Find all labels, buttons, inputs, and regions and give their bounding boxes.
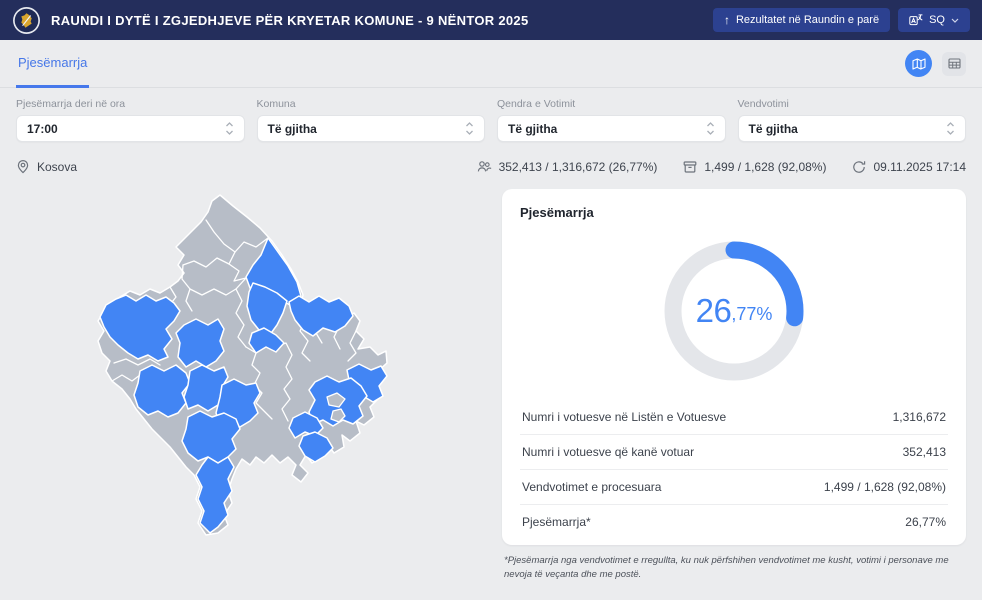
filter-qendra: Qendra e Votimit Të gjitha	[497, 98, 726, 142]
filters-row: Pjesëmarrja deri në ora 17:00 Komuna Të …	[0, 88, 982, 150]
map-icon	[912, 58, 926, 70]
translate-icon	[909, 14, 923, 26]
turnout-card: Pjesëmarrja 26 ,77% Numri i votuesve në …	[502, 189, 966, 545]
filter-vendvotimi-label: Vendvotimi	[738, 98, 967, 110]
voters-value: 352,413 / 1,316,672 (26,77%)	[499, 160, 658, 174]
location-stat: Kosova	[16, 159, 77, 174]
refresh-icon	[852, 160, 866, 174]
card-title: Pjesëmarrja	[520, 205, 948, 220]
kqz-logo	[12, 6, 41, 35]
status-bar: Kosova 352,413 / 1,316,672 (26,77%) 1,49	[0, 150, 982, 179]
table-view-button[interactable]	[942, 52, 966, 76]
komuna-select-value: Të gjitha	[268, 122, 317, 136]
voters-stat: 352,413 / 1,316,672 (26,77%)	[477, 160, 658, 174]
map-area	[0, 179, 502, 585]
table-icon	[948, 58, 961, 69]
qendra-select[interactable]: Të gjitha	[497, 115, 726, 142]
first-round-results-label: Rezultatet në Raundin e parë	[736, 14, 879, 26]
app-root: RAUNDI I DYTË I ZGJEDHJEVE PËR KRYETAR K…	[0, 0, 982, 600]
language-selector[interactable]: SQ	[898, 8, 970, 32]
filter-qendra-label: Qendra e Votimit	[497, 98, 726, 110]
tab-label: Pjesëmarrja	[18, 55, 87, 70]
turnout-stats-list: Numri i votuesve në Listën e Votuesve 1,…	[520, 400, 948, 539]
first-round-results-button[interactable]: ↑ Rezultatet në Raundin e parë	[713, 8, 890, 32]
turnout-donut: 26 ,77%	[659, 236, 809, 386]
map-region[interactable]	[176, 319, 224, 367]
filter-komuna: Komuna Të gjitha	[257, 98, 486, 142]
stat-row-value: 352,413	[903, 445, 946, 459]
stat-row-voted: Numri i votuesve që kanë votuar 352,413	[520, 434, 948, 469]
stat-row-label: Vendvotimet e procesuara	[522, 480, 661, 494]
map-region[interactable]	[134, 365, 190, 417]
time-select[interactable]: 17:00	[16, 115, 245, 142]
arrow-up-icon: ↑	[724, 14, 730, 26]
location-label: Kosova	[37, 160, 77, 174]
stat-row-value: 26,77%	[905, 515, 946, 529]
language-code: SQ	[929, 14, 945, 26]
select-spinner-icon	[706, 121, 715, 136]
location-pin-icon	[16, 159, 30, 174]
filter-time-label: Pjesëmarrja deri në ora	[16, 98, 245, 110]
stat-row-turnout: Pjesëmarrja* 26,77%	[520, 504, 948, 539]
page-title: RAUNDI I DYTË I ZGJEDHJEVE PËR KRYETAR K…	[51, 13, 528, 28]
updated-value: 09.11.2025 17:14	[873, 160, 966, 174]
vendvotimi-select-value: Të gjitha	[749, 122, 798, 136]
map-country-outline	[98, 195, 387, 535]
filter-komuna-label: Komuna	[257, 98, 486, 110]
filter-time: Pjesëmarrja deri në ora 17:00	[16, 98, 245, 142]
tab-bar: Pjesëmarrja	[0, 40, 982, 88]
main-content: Pjesëmarrja 26 ,77% Numri i votuesve në …	[0, 179, 982, 585]
chevron-down-icon	[951, 18, 959, 23]
stations-value: 1,499 / 1,628 (92,08%)	[704, 160, 826, 174]
stat-row-label: Numri i votuesve që kanë votuar	[522, 445, 694, 459]
stat-row-value: 1,316,672	[893, 410, 946, 424]
summary-stats: 352,413 / 1,316,672 (26,77%) 1,499 / 1,6…	[477, 160, 966, 174]
select-spinner-icon	[946, 121, 955, 136]
donut-value-main: 26	[696, 292, 732, 330]
updated-stat: 09.11.2025 17:14	[852, 160, 966, 174]
stat-row-label: Pjesëmarrja*	[522, 515, 591, 529]
stat-row-processed: Vendvotimet e procesuara 1,499 / 1,628 (…	[520, 469, 948, 504]
stat-row-voter-list: Numri i votuesve në Listën e Votuesve 1,…	[520, 400, 948, 434]
ballot-box-icon	[683, 160, 697, 173]
select-spinner-icon	[225, 121, 234, 136]
vendvotimi-select[interactable]: Të gjitha	[738, 115, 967, 142]
tab-pjesemarrja[interactable]: Pjesëmarrja	[16, 40, 89, 88]
map-region[interactable]	[196, 457, 234, 533]
stat-row-label: Numri i votuesve në Listën e Votuesve	[522, 410, 726, 424]
select-spinner-icon	[465, 121, 474, 136]
donut-value-frac: ,77%	[731, 304, 772, 325]
donut-value: 26 ,77%	[659, 236, 809, 386]
view-toggle	[905, 40, 966, 87]
voters-icon	[477, 160, 492, 173]
filter-vendvotimi: Vendvotimi Të gjitha	[738, 98, 967, 142]
kosovo-map	[60, 185, 460, 585]
qendra-select-value: Të gjitha	[508, 122, 557, 136]
turnout-footnote: *Pjesëmarrja nga vendvotimet e rregullta…	[504, 554, 964, 583]
map-view-button[interactable]	[905, 50, 932, 77]
komuna-select[interactable]: Të gjitha	[257, 115, 486, 142]
app-header: RAUNDI I DYTË I ZGJEDHJEVE PËR KRYETAR K…	[0, 0, 982, 40]
stat-row-value: 1,499 / 1,628 (92,08%)	[824, 480, 946, 494]
time-select-value: 17:00	[27, 122, 58, 136]
stations-stat: 1,499 / 1,628 (92,08%)	[683, 160, 826, 174]
header-actions: ↑ Rezultatet në Raundin e parë SQ	[713, 8, 970, 32]
turnout-panel: Pjesëmarrja 26 ,77% Numri i votuesve në …	[502, 189, 966, 583]
